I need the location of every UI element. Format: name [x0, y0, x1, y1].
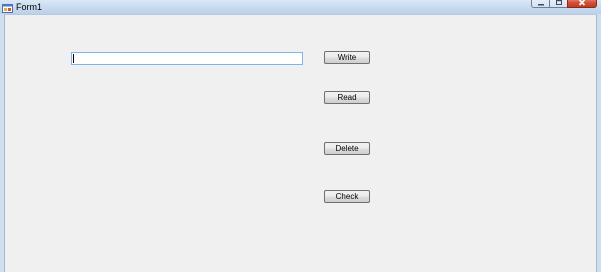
delete-button[interactable]: Delete [324, 142, 370, 155]
caption-buttons [531, 0, 597, 8]
text-caret [73, 54, 74, 63]
read-button[interactable]: Read [324, 91, 370, 104]
maximize-icon [555, 0, 563, 11]
minimize-button[interactable] [531, 0, 549, 8]
title-bar[interactable]: Form1 [0, 0, 601, 14]
maximize-button[interactable] [549, 0, 567, 8]
check-button[interactable]: Check [324, 190, 370, 203]
text-input[interactable] [71, 52, 303, 65]
window-title: Form1 [16, 2, 43, 12]
write-button[interactable]: Write [324, 51, 370, 64]
close-button[interactable] [567, 0, 597, 8]
minimize-icon [537, 0, 545, 11]
close-icon [578, 0, 586, 11]
app-icon [2, 1, 13, 13]
form1-window: Form1 Write Read Delete Check [0, 0, 601, 272]
